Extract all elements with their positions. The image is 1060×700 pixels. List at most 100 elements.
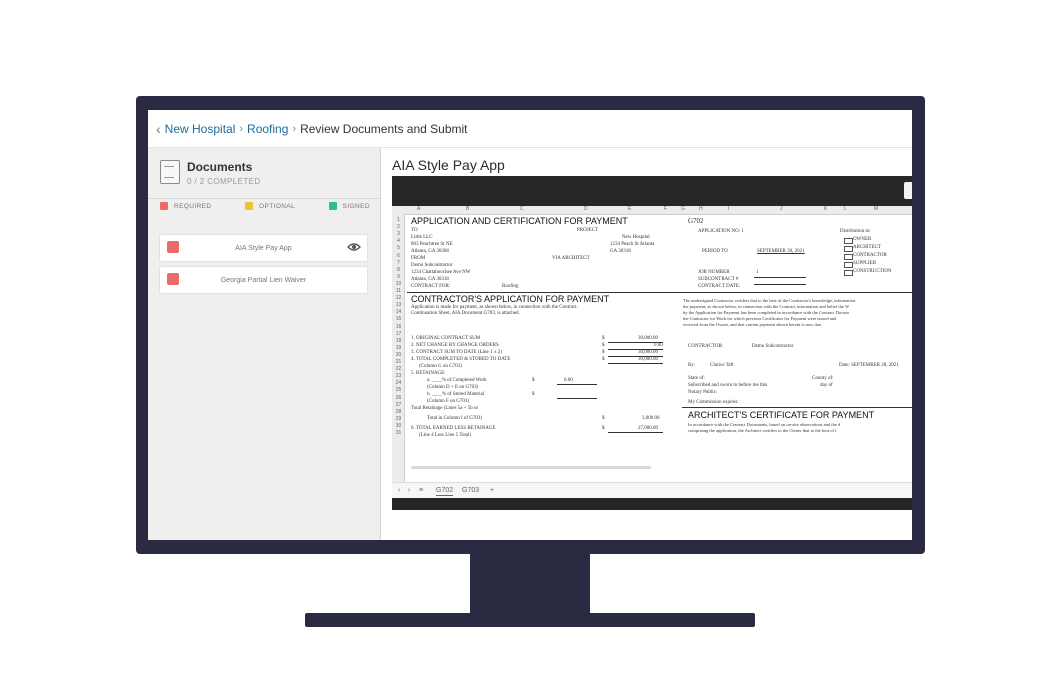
row-number: 16: [395, 323, 402, 330]
row-number: 17: [395, 330, 402, 337]
breadcrumb-link-project[interactable]: New Hospital: [165, 122, 236, 136]
dollar-sign: $: [602, 416, 605, 421]
spreadsheet-view[interactable]: A B C D E F G H I J K L M 1 2 3 4 5 6 7 8 9 10 11 1…: [392, 206, 912, 482]
documents-icon: [160, 160, 180, 184]
line-2: 2. NET CHANGE BY CHANGE ORDERS: [411, 343, 499, 348]
from-address-1: 1234 Chattahoochee Ave NW: [411, 270, 471, 275]
row-number: 10: [395, 280, 402, 287]
county-of-label: County of:: [812, 376, 834, 381]
dollar-sign: $: [602, 350, 605, 355]
legend-signed: SIGNED: [328, 202, 370, 210]
application-heading: CONTRACTOR'S APPLICATION FOR PAYMENT: [411, 294, 610, 304]
document-item-lien-waiver[interactable]: Georgia Partial Lien Waiver: [159, 266, 368, 294]
sheet-tabs: ‹ › ≡ G702 G703 +: [392, 482, 912, 499]
row-number: 28: [395, 408, 402, 415]
period-date: SEPTEMBER 30, 2021: [757, 249, 805, 254]
row-number: 21: [395, 359, 402, 365]
checkbox[interactable]: [844, 246, 853, 252]
viewer-toolbar-button[interactable]: [904, 182, 912, 199]
column-header: L: [844, 206, 847, 212]
monitor-stand-base: [305, 613, 755, 627]
signature-date: Date: SEPTEMBER 28, 2021: [839, 363, 899, 368]
checkbox[interactable]: [844, 270, 853, 276]
breadcrumb-link-trade[interactable]: Roofing: [247, 122, 288, 136]
row-number: 24: [395, 380, 402, 387]
document-preview: AIA Style Pay App A B C D E F G H I J K …: [382, 148, 912, 540]
breadcrumb-current: Review Documents and Submit: [300, 121, 468, 136]
checkbox[interactable]: [844, 254, 853, 260]
tab-g702[interactable]: G702: [436, 487, 454, 496]
project-address-1: 1234 Peach St Atlanta: [610, 242, 655, 247]
contract-for-value: Roofing: [502, 284, 519, 289]
row-number: 26: [395, 394, 402, 401]
required-swatch: [160, 202, 168, 210]
row-number: 29: [395, 415, 402, 422]
dollar-sign: $: [602, 357, 605, 362]
distribution-label: Distribution to:: [840, 229, 871, 234]
section-divider: [682, 407, 912, 408]
dollar-sign: $: [602, 343, 605, 348]
checkbox[interactable]: [844, 238, 853, 244]
next-sheet-icon[interactable]: ›: [408, 487, 410, 494]
underline: [557, 384, 597, 385]
contract-date-label: CONTRACT DATE:: [698, 284, 741, 289]
document-item-pay-app[interactable]: AIA Style Pay App: [159, 234, 368, 262]
checkbox[interactable]: [844, 262, 853, 268]
chevron-left-icon[interactable]: ‹: [156, 121, 161, 137]
subscribed-label: Subscribed and sworn to before me this: [688, 383, 768, 388]
from-address-2: Atlanta, GA 30318: [411, 277, 449, 282]
divider: [148, 198, 380, 199]
state-of-label: State of:: [688, 376, 705, 381]
row-number: 3: [397, 231, 400, 238]
dist-architect: ARCHITECT: [853, 245, 882, 250]
contract-for-label: CONTRACT FOR:: [411, 284, 451, 289]
line-5a-note: (Column D + E on G703): [427, 385, 479, 390]
tab-g703[interactable]: G703: [462, 487, 479, 494]
dist-supplier: SUPPLIER: [853, 261, 877, 266]
row-number: 27: [395, 401, 402, 408]
underline: [608, 363, 663, 364]
line-5: 5. RETAINAGE:: [411, 371, 446, 376]
dollar-sign: $: [602, 336, 605, 341]
line-6: 6. TOTAL EARNED LESS RETAINAGE: [411, 426, 496, 431]
line-4-note: (Column G on G703): [419, 364, 462, 369]
row-number: 18: [395, 337, 402, 344]
project-name: New Hospital: [622, 235, 650, 240]
column-header: J: [780, 206, 783, 212]
form-heading: APPLICATION AND CERTIFICATION FOR PAYMEN…: [411, 216, 628, 226]
section-divider: [407, 292, 912, 293]
dist-construction: CONSTRUCTION: [853, 269, 892, 274]
line-5b-note: (Column F on G703): [427, 399, 470, 404]
owner-name: Little LLC: [411, 235, 433, 240]
document-item-label: Georgia Partial Lien Waiver: [220, 276, 307, 284]
project-label: PROJECT: [577, 228, 599, 233]
row-number: 25: [395, 387, 402, 394]
dollar-sign: $: [532, 378, 535, 383]
line-total-retainage: Total Retainage (Lines 5a + 5b or: [411, 406, 479, 411]
row-number: 30: [395, 422, 402, 429]
add-sheet-icon[interactable]: +: [490, 487, 494, 494]
underline: [557, 398, 597, 399]
row-number: 11: [395, 288, 402, 294]
column-header: B: [466, 206, 470, 212]
preview-title: AIA Style Pay App: [392, 157, 505, 173]
prev-sheet-icon[interactable]: ‹: [398, 487, 400, 494]
monitor-screen: ‹ New Hospital › Roofing › Review Docume…: [148, 110, 912, 540]
document-list: AIA Style Pay App Georgia Partial Lien W…: [159, 234, 368, 298]
sheet-list-icon[interactable]: ≡: [419, 487, 423, 494]
legend-label: OPTIONAL: [259, 202, 296, 210]
column-header: M: [874, 206, 879, 212]
optional-swatch: [245, 202, 254, 210]
horizontal-scrollbar[interactable]: [411, 466, 651, 469]
form-number: G702: [688, 217, 704, 225]
job-number-label: JOB NUMBER: [698, 270, 730, 275]
chevron-right-icon: ›: [239, 122, 244, 135]
job-number-value: 1: [756, 270, 759, 275]
underline: [608, 356, 663, 357]
row-number: 5: [397, 245, 400, 252]
row-number: 1: [397, 217, 400, 223]
eye-icon[interactable]: [347, 242, 361, 254]
line-5a: a. ____% of Completed Work: [427, 378, 487, 383]
status-legend: REQUIRED OPTIONAL SIGNED: [160, 202, 370, 210]
application-note-2: Continuation Sheet, AIA Document G703, i…: [411, 311, 520, 316]
